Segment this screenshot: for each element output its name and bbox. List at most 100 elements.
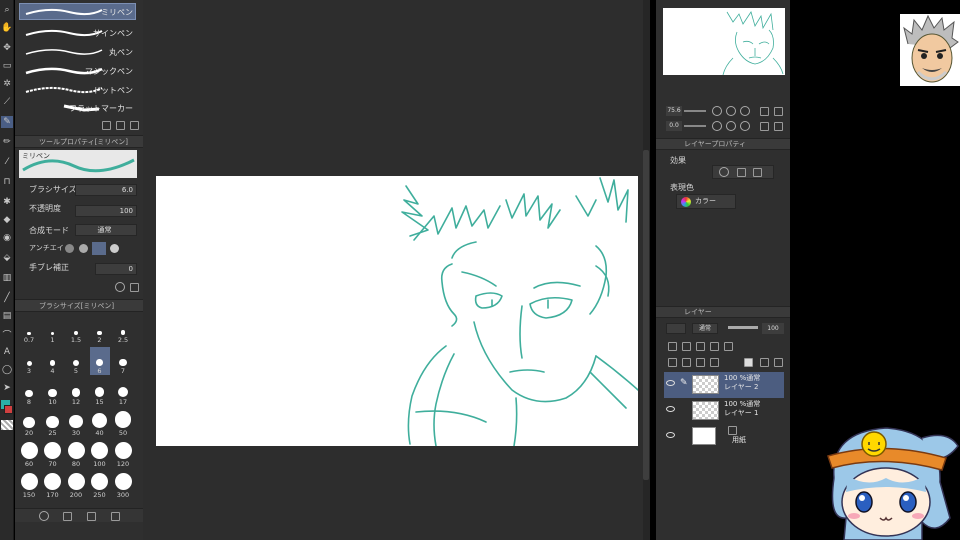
brush-size-cell[interactable]: 100 bbox=[90, 440, 110, 468]
airbrush-tool-icon[interactable]: ⊓ bbox=[1, 176, 13, 188]
zoom-tool-icon[interactable]: ⌕ bbox=[1, 4, 13, 16]
layer-color-icon[interactable] bbox=[753, 168, 762, 177]
pencil-tool-icon[interactable]: ✏ bbox=[1, 136, 13, 148]
new-vector-layer-icon[interactable] bbox=[682, 358, 691, 367]
visibility-eye-icon[interactable] bbox=[666, 432, 675, 438]
visibility-eye-icon[interactable] bbox=[666, 380, 675, 386]
brush-size-settings-icon[interactable] bbox=[39, 511, 49, 521]
layer-row-2[interactable]: ✎ 100 %通常 レイヤー 2 bbox=[664, 372, 784, 398]
tool-settings-icon[interactable] bbox=[115, 282, 125, 292]
flip-horizontal-icon[interactable] bbox=[760, 122, 769, 131]
brush-size-cell[interactable]: 250 bbox=[90, 471, 110, 499]
copy-size-icon[interactable] bbox=[87, 512, 96, 521]
antialias-medium-icon[interactable] bbox=[92, 242, 106, 255]
rotate-field[interactable]: 0.0 bbox=[666, 121, 682, 131]
brush-size-cell[interactable]: 120 bbox=[113, 440, 133, 468]
opacity-field[interactable]: 100 bbox=[75, 205, 137, 217]
brush-item-dotpen[interactable]: ドットペン bbox=[19, 81, 136, 98]
brush-size-cell[interactable]: 5 bbox=[66, 347, 86, 375]
layer-row-1[interactable]: 100 %通常 レイヤー 1 bbox=[664, 398, 784, 424]
reference-layer-icon[interactable] bbox=[724, 342, 733, 351]
blend-tool-icon[interactable]: ◉ bbox=[1, 232, 13, 244]
tone-effect-icon[interactable] bbox=[737, 168, 746, 177]
navigator-preview[interactable] bbox=[663, 8, 785, 76]
text-tool-icon[interactable]: A bbox=[1, 346, 13, 358]
delete-layer-icon[interactable] bbox=[774, 358, 783, 367]
brush-size-cell[interactable]: 70 bbox=[43, 440, 63, 468]
rotate-left-icon[interactable] bbox=[712, 121, 722, 131]
layer-blend-icon[interactable] bbox=[666, 323, 686, 334]
eyedropper-tool-icon[interactable]: ⟋ bbox=[1, 96, 13, 108]
brush-size-cell[interactable]: 0.7 bbox=[19, 316, 39, 344]
brush-size-cell[interactable]: 2.5 bbox=[113, 316, 133, 344]
brush-size-cell[interactable]: 3 bbox=[19, 347, 39, 375]
new-folder-icon[interactable] bbox=[696, 358, 705, 367]
actual-size-icon[interactable] bbox=[760, 107, 769, 116]
layer-row-paper[interactable]: 用紙 bbox=[664, 424, 784, 448]
brush-item-marupen[interactable]: 丸ペン bbox=[19, 43, 136, 60]
rotate-right-icon[interactable] bbox=[726, 121, 736, 131]
fill-tool-icon[interactable]: ⬙ bbox=[1, 252, 13, 264]
ruler-layer-icon[interactable] bbox=[696, 342, 705, 351]
new-raster-layer-icon[interactable] bbox=[668, 358, 677, 367]
zoom-slider[interactable] bbox=[684, 110, 706, 112]
decoration-tool-icon[interactable]: ✱ bbox=[1, 196, 13, 208]
eraser-tool-icon[interactable]: ◆ bbox=[1, 214, 13, 226]
pen-tool-icon[interactable]: ✎ bbox=[1, 116, 13, 128]
brush-size-cell[interactable]: 1.5 bbox=[66, 316, 86, 344]
clip-layer-icon[interactable] bbox=[682, 342, 691, 351]
brush-item-flatmarker[interactable]: フラットマーカー bbox=[19, 99, 136, 116]
frame-tool-icon[interactable]: ▤ bbox=[1, 310, 13, 322]
add-brush-icon[interactable] bbox=[102, 121, 111, 130]
zoom-field[interactable]: 75.6 bbox=[666, 106, 682, 116]
zoom-out-icon[interactable] bbox=[712, 106, 722, 116]
brush-item-magicpen[interactable]: マジックペン bbox=[19, 62, 136, 79]
color-mode-select[interactable]: カラー bbox=[676, 194, 736, 209]
brush-item-signpen[interactable]: サインペン bbox=[19, 24, 136, 41]
speech-tool-icon[interactable]: ◯ bbox=[1, 364, 13, 376]
canvas-scrollbar-thumb[interactable] bbox=[643, 150, 649, 480]
draft-layer-icon[interactable] bbox=[710, 342, 719, 351]
brush-item-millipen[interactable]: ミリペン bbox=[19, 3, 136, 20]
brush-size-cell[interactable]: 30 bbox=[66, 409, 86, 437]
border-effect-icon[interactable] bbox=[719, 167, 729, 177]
mask-icon[interactable] bbox=[744, 358, 753, 367]
zoom-in-icon[interactable] bbox=[726, 106, 736, 116]
add-size-icon[interactable] bbox=[63, 512, 72, 521]
antialias-strong-icon[interactable] bbox=[110, 244, 119, 253]
brush-size-field[interactable]: 6.0 bbox=[75, 184, 137, 196]
flip-vertical-icon[interactable] bbox=[774, 122, 783, 131]
brush-size-cell[interactable]: 15 bbox=[90, 378, 110, 406]
layer-opacity-field[interactable]: 100 bbox=[762, 323, 784, 334]
brush-size-cell[interactable]: 60 bbox=[19, 440, 39, 468]
blend-mode-select[interactable]: 通常 bbox=[75, 224, 137, 236]
brush-size-cell[interactable]: 50 bbox=[113, 409, 133, 437]
brush-size-cell[interactable]: 80 bbox=[66, 440, 86, 468]
layer-opacity-slider[interactable] bbox=[728, 326, 758, 329]
brush-tool-icon[interactable]: ⁄ bbox=[1, 156, 13, 168]
delete-brush-icon[interactable] bbox=[130, 121, 139, 130]
delete-size-icon[interactable] bbox=[111, 512, 120, 521]
hand-tool-icon[interactable]: ✋ bbox=[1, 22, 13, 34]
brush-size-cell[interactable]: 7 bbox=[113, 347, 133, 375]
antialias-none-icon[interactable] bbox=[65, 244, 74, 253]
stabilization-field[interactable]: 0 bbox=[95, 263, 137, 275]
brush-size-cell[interactable]: 8 bbox=[19, 378, 39, 406]
fit-screen-icon[interactable] bbox=[740, 106, 750, 116]
apply-mask-icon[interactable] bbox=[760, 358, 769, 367]
drawing-canvas[interactable] bbox=[156, 176, 639, 447]
brush-size-cell[interactable]: 20 bbox=[19, 409, 39, 437]
merge-down-icon[interactable] bbox=[710, 358, 719, 367]
fit-window-icon[interactable] bbox=[774, 107, 783, 116]
reset-rotation-icon[interactable] bbox=[740, 121, 750, 131]
gradient-tool-icon[interactable]: ▥ bbox=[1, 272, 13, 284]
tool-menu-icon[interactable] bbox=[130, 283, 139, 292]
brush-size-cell[interactable]: 150 bbox=[19, 471, 39, 499]
rotate-slider[interactable] bbox=[684, 125, 706, 127]
antialias-weak-icon[interactable] bbox=[79, 244, 88, 253]
brush-size-cell[interactable]: 40 bbox=[90, 409, 110, 437]
brush-size-cell[interactable]: 2 bbox=[90, 316, 110, 344]
transparent-color-swatch[interactable] bbox=[1, 420, 13, 430]
brush-size-cell[interactable]: 12 bbox=[66, 378, 86, 406]
copy-brush-icon[interactable] bbox=[116, 121, 125, 130]
